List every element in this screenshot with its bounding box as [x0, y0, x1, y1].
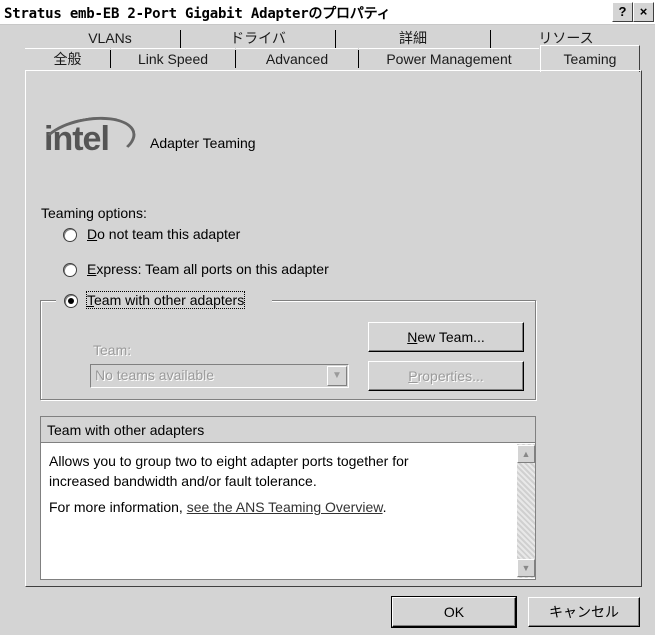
- tab-details[interactable]: 詳細: [336, 28, 490, 48]
- scroll-up-icon[interactable]: ▲: [517, 445, 535, 463]
- info-body: Allows you to group two to eight adapter…: [49, 451, 509, 517]
- info-header: Team with other adapters: [41, 417, 535, 443]
- properties-button[interactable]: Properties...: [368, 361, 524, 391]
- window-title: Stratus emb-EB 2-Port Gigabit Adapterのプロ…: [4, 6, 391, 22]
- intel-logo: intel: [36, 110, 140, 172]
- info-scrollbar[interactable]: ▲ ▼: [517, 444, 535, 578]
- tab-general[interactable]: 全般: [25, 48, 110, 69]
- teaming-options-label: Teaming options:: [41, 205, 147, 221]
- cancel-button[interactable]: キャンセル: [528, 597, 640, 627]
- radio-team-with-others-label[interactable]: Team with other adapters: [85, 291, 246, 309]
- radio-do-not-team-label[interactable]: Do not team this adapter: [87, 226, 240, 242]
- ok-button[interactable]: OK: [391, 596, 517, 628]
- section-title: Adapter Teaming: [150, 135, 256, 151]
- info-box: Team with other adapters Allows you to g…: [40, 416, 536, 580]
- title-bar: Stratus emb-EB 2-Port Gigabit Adapterのプロ…: [0, 0, 655, 25]
- close-button[interactable]: ×: [633, 2, 654, 22]
- tab-vlans[interactable]: VLANs: [40, 28, 180, 48]
- info-line-1: Allows you to group two to eight adapter…: [49, 453, 409, 469]
- radio-express-label[interactable]: Express: Team all ports on this adapter: [87, 261, 329, 277]
- chevron-down-icon[interactable]: ▼: [327, 366, 347, 386]
- radio-team-with-others[interactable]: [64, 294, 78, 308]
- radio-do-not-team[interactable]: [63, 228, 77, 242]
- help-button[interactable]: ?: [612, 2, 633, 22]
- radio-express[interactable]: [63, 263, 77, 277]
- tab-teaming[interactable]: Teaming: [540, 45, 640, 72]
- scroll-down-icon[interactable]: ▼: [517, 559, 535, 577]
- tab-advanced[interactable]: Advanced: [236, 48, 358, 69]
- team-label: Team:: [93, 342, 132, 358]
- team-select[interactable]: No teams available ▼: [90, 364, 349, 388]
- radio-selected-dot: [68, 298, 74, 304]
- info-more: For more information, see the ANS Teamin…: [49, 499, 387, 515]
- new-team-button[interactable]: New Team...: [368, 322, 524, 352]
- info-line-2: increased bandwidth and/or fault toleran…: [49, 473, 317, 489]
- tab-driver[interactable]: ドライバ: [181, 28, 335, 48]
- tab-power-management[interactable]: Power Management: [359, 48, 539, 69]
- tab-link-speed[interactable]: Link Speed: [111, 48, 235, 69]
- ans-teaming-overview-link[interactable]: see the ANS Teaming Overview: [187, 499, 383, 515]
- team-select-value: No teams available: [95, 367, 215, 383]
